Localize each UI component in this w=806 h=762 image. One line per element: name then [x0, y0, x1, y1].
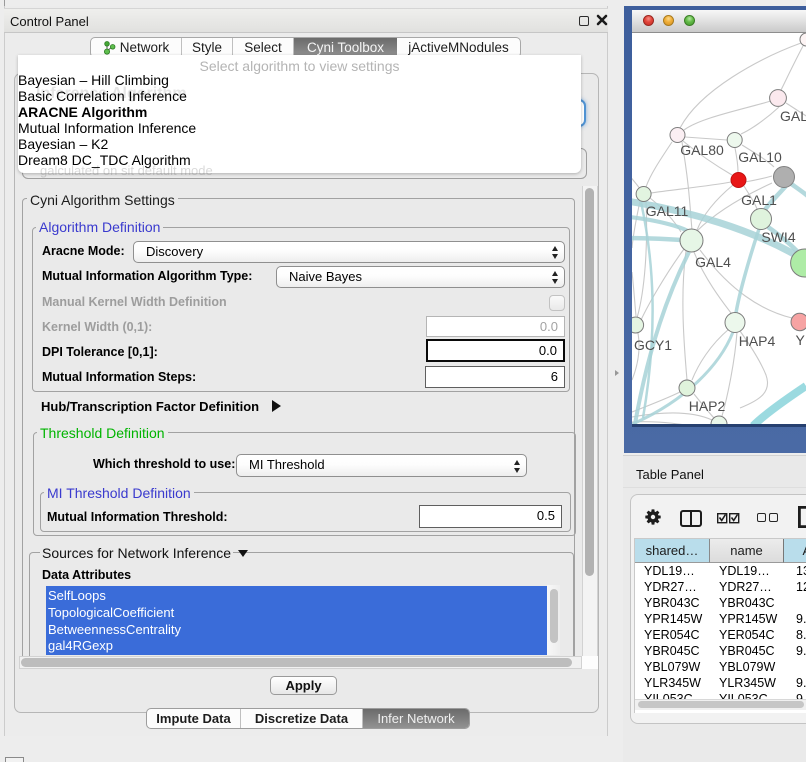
- svg-text:GAL11: GAL11: [646, 203, 689, 219]
- svg-text:Y: Y: [796, 332, 806, 348]
- svg-text:GAL80: GAL80: [680, 142, 724, 158]
- svg-text:HAP4: HAP4: [739, 333, 776, 349]
- svg-text:SWI4: SWI4: [761, 229, 795, 245]
- svg-text:GCY1: GCY1: [634, 337, 672, 353]
- svg-text:GAL10: GAL10: [738, 149, 782, 165]
- svg-text:GAL: GAL: [780, 108, 806, 124]
- svg-text:HAP2: HAP2: [689, 398, 726, 414]
- svg-text:GAL1: GAL1: [741, 192, 777, 208]
- svg-text:GAL4: GAL4: [695, 254, 731, 270]
